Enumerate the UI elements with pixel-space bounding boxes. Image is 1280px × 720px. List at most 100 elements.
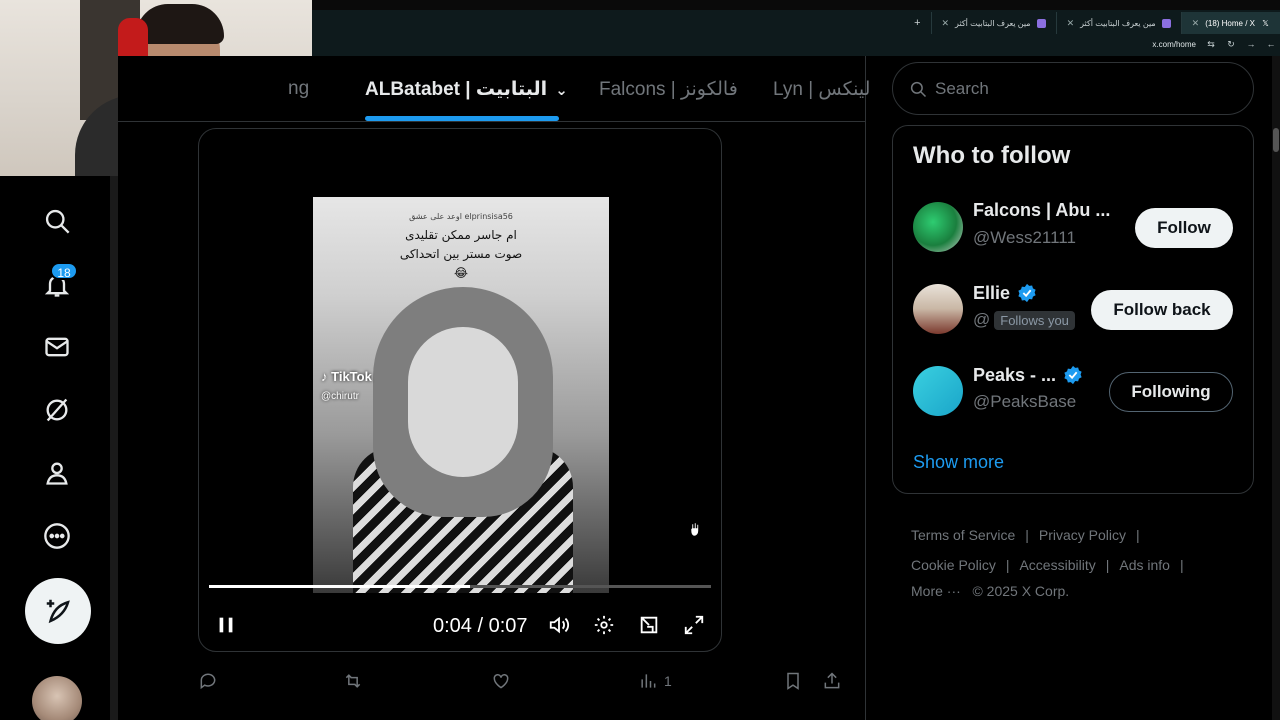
- picture-in-picture-button[interactable]: [634, 605, 664, 645]
- user-name[interactable]: Falcons | Abu ...: [973, 200, 1110, 221]
- user-handle: @Wess21111: [973, 228, 1076, 247]
- purple-square-icon: [1161, 18, 1171, 28]
- scrollbar-thumb[interactable]: [1273, 128, 1279, 152]
- user-avatar[interactable]: [913, 202, 963, 252]
- account-avatar[interactable]: [32, 676, 82, 720]
- video-caption-emoji: 😂: [453, 266, 469, 280]
- video-player[interactable]: elprinsisa56 اوعد على عشق ام جاسر ممكن ت…: [198, 128, 722, 652]
- tab-albatabet[interactable]: ALBatabet | البتابيت ⌄: [365, 78, 568, 101]
- repost-icon: [345, 674, 361, 688]
- share-icon: [824, 672, 840, 689]
- close-tab-icon[interactable]: ✕: [942, 18, 950, 29]
- footer-copyright: © 2025 X Corp.: [972, 583, 1070, 599]
- follows-you-badge: Follows you: [994, 310, 1075, 330]
- pause-button[interactable]: [211, 605, 241, 645]
- like-button[interactable]: [491, 666, 511, 696]
- video-caption-line1: ام جاسر ممكن تقليدى: [405, 228, 517, 242]
- reload-icon[interactable]: ↻: [1226, 39, 1236, 49]
- heart-icon: [493, 673, 509, 689]
- video-progress-bar[interactable]: [209, 585, 711, 588]
- user-avatar[interactable]: [913, 284, 963, 334]
- share-button[interactable]: [822, 666, 842, 696]
- video-progress-fill: [209, 585, 471, 588]
- suggested-user-row[interactable]: Ellie @ Follows you Follow back: [893, 278, 1255, 340]
- nav-search[interactable]: [36, 200, 78, 242]
- browser-tab-label: مين يعرف البتابيت أكثر: [1080, 18, 1156, 28]
- browser-tab[interactable]: ✕ مين يعرف البتابيت أكثر: [930, 12, 1056, 34]
- nav-profile[interactable]: [36, 452, 78, 494]
- views-button[interactable]: 1: [638, 666, 672, 696]
- user-name[interactable]: Ellie: [973, 282, 1038, 304]
- close-tab-icon[interactable]: ✕: [1192, 18, 1200, 29]
- picture-in-picture-icon: [640, 616, 658, 634]
- new-tab-button[interactable]: +: [904, 17, 930, 29]
- more-icon: [44, 523, 70, 549]
- tab-lynx[interactable]: Lyn | لينكس: [773, 78, 870, 101]
- sidebar-footer: Terms of Service | Privacy Policy | Cookie …: [911, 520, 1241, 602]
- user-avatar[interactable]: [913, 366, 963, 416]
- browser-tab[interactable]: ✕ مين يعرف البتابيت أكثر: [1055, 12, 1181, 34]
- back-icon[interactable]: ←: [1266, 39, 1276, 49]
- tab-albatabet-label: ALBatabet | البتابيت: [365, 79, 548, 100]
- footer-link-more[interactable]: More ···: [911, 583, 961, 599]
- tab-partial[interactable]: ng: [288, 78, 309, 100]
- footer-link-cookie[interactable]: Cookie Policy: [911, 557, 996, 573]
- user-name-text: Falcons | Abu ...: [973, 200, 1111, 220]
- active-tab-indicator: [365, 116, 559, 121]
- follow-back-button[interactable]: Follow back: [1091, 290, 1233, 330]
- footer-line: Terms of Service | Privacy Policy |: [911, 520, 1241, 550]
- verified-badge-icon: [1018, 283, 1036, 303]
- forward-icon[interactable]: →: [1246, 39, 1256, 49]
- footer-separator: |: [1005, 557, 1010, 573]
- settings-button[interactable]: [589, 605, 619, 645]
- who-to-follow-title: Who to follow: [913, 142, 1071, 169]
- search-input[interactable]: [935, 78, 1225, 99]
- browser-tab-active[interactable]: ✕ (18) Home / X 𝕏: [1180, 12, 1280, 34]
- footer-link-accessibility[interactable]: Accessibility: [1019, 557, 1095, 573]
- video-timecode: 0:04 / 0:07: [433, 615, 528, 637]
- user-handle-wrap: @ Follows you: [973, 310, 1075, 330]
- who-to-follow-panel: Who to follow Falcons | Abu ... @Wess211…: [892, 125, 1254, 494]
- footer-separator: |: [1136, 527, 1140, 543]
- notification-count-badge: 18: [50, 262, 78, 280]
- compose-post-button[interactable]: [25, 578, 91, 644]
- show-more-link[interactable]: Show more: [913, 452, 1004, 473]
- compose-post-icon: [46, 599, 70, 624]
- reply-button[interactable]: [198, 666, 218, 696]
- url-text[interactable]: x.com/home: [1152, 40, 1196, 49]
- footer-link-privacy[interactable]: Privacy Policy: [1039, 527, 1126, 543]
- repost-button[interactable]: [343, 666, 363, 696]
- left-navigation: 18: [0, 176, 110, 720]
- follow-button[interactable]: Follow: [1135, 208, 1233, 248]
- bookmark-button[interactable]: [783, 666, 803, 696]
- suggested-user-row[interactable]: Falcons | Abu ... @Wess21111 Follow: [893, 196, 1255, 258]
- fullscreen-button[interactable]: [679, 605, 709, 645]
- footer-separator: |: [1025, 527, 1029, 543]
- user-handle: @: [973, 310, 991, 329]
- tab-falcons[interactable]: Falcons | فالكونز: [599, 78, 738, 101]
- address-bar[interactable]: x.com/home ⇆ ↻ → ←: [1152, 36, 1276, 52]
- footer-separator: |: [1105, 557, 1110, 573]
- search-icon: [45, 209, 70, 234]
- nav-grok[interactable]: [36, 389, 78, 431]
- browser-tab-strip: + ✕ مين يعرف البتابيت أكثر ✕ مين يعرف ال…: [904, 12, 1280, 34]
- chevron-down-icon[interactable]: ⌄: [555, 81, 568, 99]
- messages-icon: [45, 337, 69, 357]
- close-tab-icon[interactable]: ✕: [1067, 18, 1075, 29]
- nav-more[interactable]: [36, 515, 78, 557]
- bookmark-icon: [787, 672, 799, 690]
- footer-link-ads[interactable]: Ads info: [1119, 557, 1170, 573]
- grok-icon: [46, 398, 68, 422]
- suggested-user-row[interactable]: Peaks - ... @PeaksBase Following: [893, 360, 1255, 422]
- post-actions: 1: [198, 666, 848, 696]
- nav-messages[interactable]: [36, 326, 78, 368]
- volume-button[interactable]: [544, 605, 574, 645]
- footer-link-terms[interactable]: Terms of Service: [911, 527, 1015, 543]
- volume-icon: [549, 616, 570, 634]
- user-name[interactable]: Peaks - ...: [973, 364, 1084, 386]
- tune-icon[interactable]: ⇆: [1206, 39, 1216, 49]
- page-scrollbar[interactable]: [1272, 56, 1280, 720]
- video-frame[interactable]: elprinsisa56 اوعد على عشق ام جاسر ممكن ت…: [313, 197, 609, 593]
- following-button[interactable]: Following: [1109, 372, 1233, 412]
- search-box[interactable]: [892, 62, 1254, 115]
